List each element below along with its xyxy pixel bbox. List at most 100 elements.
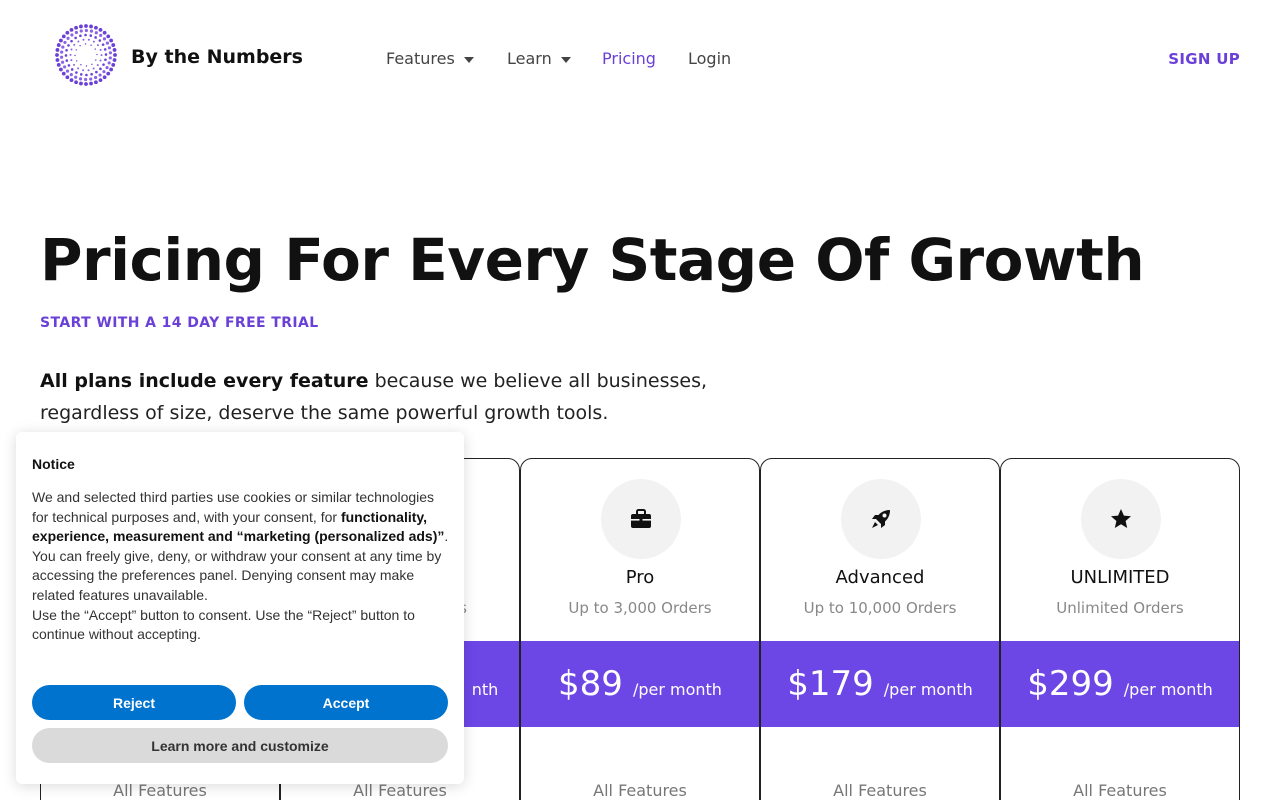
logo-dot bbox=[70, 33, 74, 37]
logo-dot bbox=[92, 67, 95, 70]
plan-card-pro[interactable]: Pro Up to 3,000 Orders $89 /per month Al… bbox=[520, 458, 760, 800]
logo-dot bbox=[63, 65, 67, 69]
logo-dot bbox=[89, 29, 94, 33]
logo-dot bbox=[66, 36, 70, 40]
logo-dot bbox=[75, 71, 78, 74]
logo-dot bbox=[60, 60, 65, 64]
logo-dot bbox=[55, 53, 59, 57]
logo-dot bbox=[104, 58, 107, 62]
logo-dot bbox=[102, 75, 107, 80]
logo-dot bbox=[99, 59, 102, 62]
plan-period: /per month bbox=[632, 679, 722, 699]
logo-dot bbox=[94, 48, 96, 50]
logo-dot bbox=[94, 80, 98, 85]
logo-dot bbox=[74, 54, 76, 57]
logo-dot bbox=[89, 77, 93, 81]
logo-dot bbox=[74, 36, 77, 40]
logo-dot bbox=[104, 53, 108, 56]
nav-features-label: Features bbox=[386, 49, 455, 68]
logo-dot bbox=[69, 78, 74, 83]
logo-dot bbox=[98, 78, 103, 83]
logo-dot bbox=[80, 64, 82, 66]
signup-link[interactable]: SIGN UP bbox=[1168, 50, 1240, 68]
nav-pricing[interactable]: Pricing bbox=[602, 49, 656, 68]
logo-dot bbox=[112, 48, 117, 52]
logo-dot bbox=[106, 34, 111, 39]
star-icon bbox=[1111, 509, 1131, 528]
logo-dot bbox=[106, 71, 111, 76]
logo-dot bbox=[102, 30, 107, 35]
logo-dot bbox=[56, 43, 61, 47]
logo-dot bbox=[79, 29, 83, 33]
plan-features: All Features bbox=[593, 781, 687, 800]
logo-dot bbox=[84, 24, 88, 28]
logo-dot bbox=[65, 48, 68, 52]
logo-dot bbox=[79, 45, 81, 47]
cookie-notice: Notice We and selected third parties use… bbox=[16, 432, 464, 784]
logo-dot bbox=[58, 38, 63, 43]
accept-button[interactable]: Accept bbox=[244, 685, 448, 720]
logo-dot bbox=[95, 70, 98, 74]
briefcase-icon bbox=[631, 509, 651, 528]
plan-card-unlimited[interactable]: UNLIMITED Unlimited Orders $299 /per mon… bbox=[1000, 458, 1240, 800]
plan-period: /per month bbox=[883, 679, 973, 699]
plan-features: All Features bbox=[1073, 781, 1167, 800]
logo-dot bbox=[70, 68, 74, 71]
logo-dot bbox=[78, 77, 83, 81]
logo-dot bbox=[70, 39, 73, 43]
logo-dot bbox=[112, 58, 117, 62]
logo-dot bbox=[65, 59, 69, 62]
chevron-down-icon bbox=[560, 56, 571, 63]
logo-dot bbox=[102, 63, 105, 66]
trial-subtitle: START WITH A 14 DAY FREE TRIAL bbox=[40, 315, 319, 331]
brand-logo-icon[interactable] bbox=[55, 24, 117, 86]
logo-dot bbox=[87, 38, 90, 41]
logo-dot bbox=[74, 75, 78, 79]
logo-dot bbox=[65, 69, 70, 73]
plan-name: Pro bbox=[625, 567, 655, 588]
plan-orders: Unlimited Orders bbox=[1056, 599, 1184, 617]
logo-dot bbox=[77, 40, 80, 43]
logo-dot bbox=[69, 27, 74, 32]
logo-dot bbox=[99, 33, 103, 37]
logo-dot bbox=[60, 55, 64, 59]
plan-price: $179 bbox=[787, 664, 874, 704]
logo-dot bbox=[82, 69, 85, 72]
plan-price: $89 bbox=[558, 664, 623, 704]
brand-name[interactable]: By the Numbers bbox=[131, 46, 303, 68]
learn-more-button[interactable]: Learn more and customize bbox=[32, 728, 448, 763]
logo-dot bbox=[89, 24, 93, 29]
logo-dot bbox=[113, 53, 117, 57]
notice-paragraph-1: We and selected third parties use cookie… bbox=[32, 488, 450, 547]
logo-dot bbox=[102, 70, 106, 74]
logo-dot bbox=[73, 63, 76, 66]
logo-dot bbox=[100, 54, 103, 57]
nav-features[interactable]: Features bbox=[386, 49, 474, 68]
logo-dot bbox=[61, 45, 65, 49]
logo-dot bbox=[70, 59, 73, 62]
notice-paragraph-3: Use the “Accept” button to consent. Use … bbox=[32, 606, 415, 643]
logo-dot bbox=[89, 81, 93, 86]
logo-dot bbox=[63, 40, 67, 45]
logo-dot bbox=[67, 64, 71, 67]
plan-card-advanced[interactable]: Advanced Up to 10,000 Orders $179 /per m… bbox=[760, 458, 1000, 800]
plan-period: nth bbox=[471, 679, 499, 699]
logo-dot bbox=[69, 73, 73, 77]
plan-price: $299 bbox=[1027, 664, 1114, 704]
logo-dot bbox=[90, 44, 92, 46]
plan-price-band: $179 /per month bbox=[761, 641, 999, 727]
plan-period: /per month bbox=[1123, 679, 1213, 699]
logo-dot bbox=[55, 58, 60, 62]
nav-learn-label: Learn bbox=[507, 49, 552, 68]
reject-button[interactable]: Reject bbox=[32, 685, 236, 720]
nav-login[interactable]: Login bbox=[688, 49, 731, 68]
logo-dot bbox=[73, 43, 76, 46]
logo-dot bbox=[79, 34, 82, 38]
plan-orders: Up to 10,000 Orders bbox=[803, 599, 957, 617]
logo-dot bbox=[87, 69, 90, 72]
logo-dot bbox=[55, 48, 60, 52]
description-bold: All plans include every feature bbox=[40, 370, 369, 392]
nav-learn[interactable]: Learn bbox=[507, 49, 571, 68]
logo-dot bbox=[84, 28, 88, 33]
chevron-down-icon bbox=[463, 56, 474, 63]
